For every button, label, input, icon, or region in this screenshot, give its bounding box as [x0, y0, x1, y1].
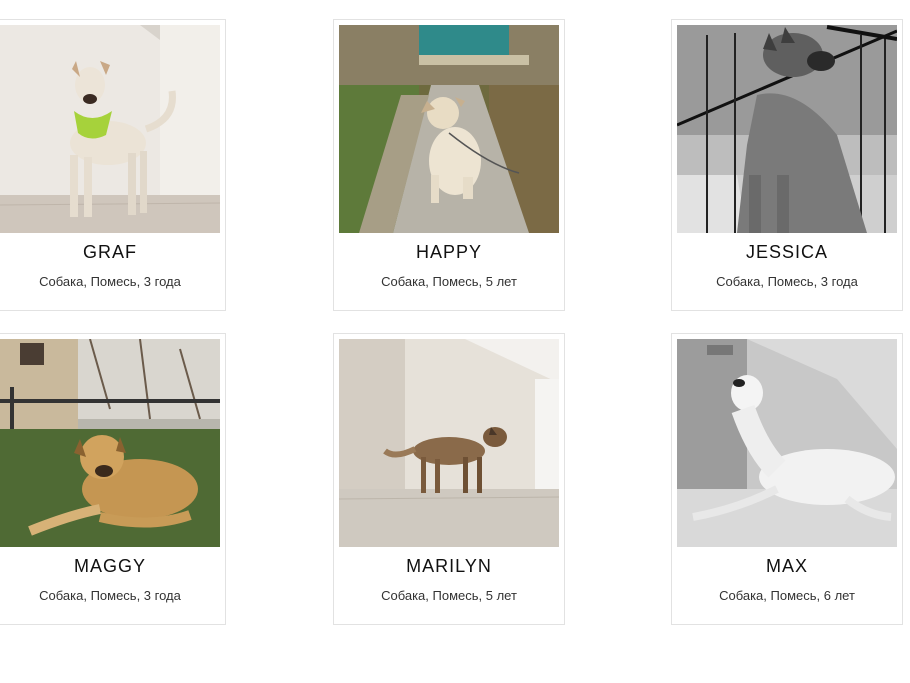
pet-card-maggy[interactable]: MAGGY Собака, Помесь, 3 года	[0, 333, 226, 625]
pet-photo[interactable]	[339, 339, 559, 547]
pet-card-marilyn[interactable]: MARILYN Собака, Помесь, 5 лет	[333, 333, 565, 625]
pet-photo[interactable]	[677, 339, 897, 547]
pet-photo[interactable]	[677, 25, 897, 233]
pet-photo[interactable]	[0, 25, 220, 233]
pet-meta: Собака, Помесь, 3 года	[716, 274, 858, 289]
pet-name[interactable]: MAX	[672, 556, 902, 577]
pet-photo[interactable]	[339, 25, 559, 233]
pet-meta: Собака, Помесь, 3 года	[39, 274, 181, 289]
pet-card-happy[interactable]: HAPPY Собака, Помесь, 5 лет	[333, 19, 565, 311]
pet-card-jessica[interactable]: JESSICA Собака, Помесь, 3 года	[671, 19, 903, 311]
pet-photo[interactable]	[0, 339, 220, 547]
pet-name[interactable]: JESSICA	[672, 242, 902, 263]
pet-name[interactable]: MARILYN	[334, 556, 564, 577]
pet-meta: Собака, Помесь, 5 лет	[381, 274, 517, 289]
pet-name[interactable]: MAGGY	[0, 556, 225, 577]
pet-card-graf[interactable]: GRAF Собака, Помесь, 3 года	[0, 19, 226, 311]
pet-meta: Собака, Помесь, 6 лет	[719, 588, 855, 603]
pet-meta: Собака, Помесь, 5 лет	[381, 588, 517, 603]
pet-meta: Собака, Помесь, 3 года	[39, 588, 181, 603]
pet-card-max[interactable]: MAX Собака, Помесь, 6 лет	[671, 333, 903, 625]
pet-name[interactable]: HAPPY	[334, 242, 564, 263]
pet-name[interactable]: GRAF	[0, 242, 225, 263]
